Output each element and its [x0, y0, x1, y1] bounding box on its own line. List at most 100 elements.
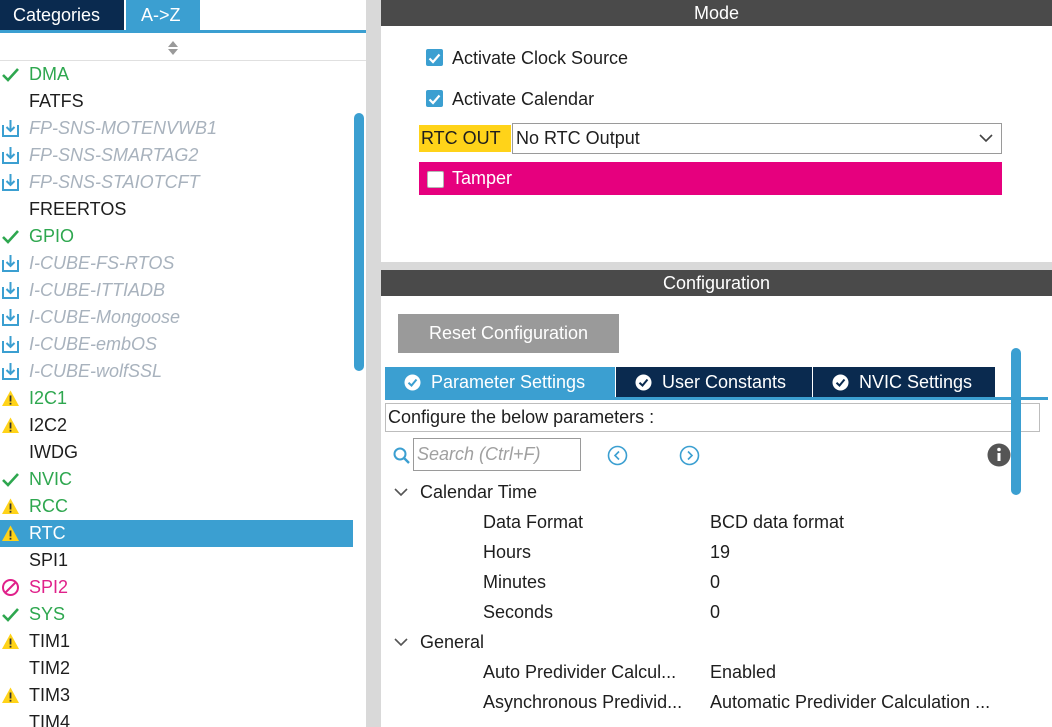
peripheral-label: TIM2: [29, 658, 71, 678]
peripheral-item-i-cube-embos[interactable]: I-CUBE-embOS: [0, 331, 353, 358]
chevron-down-icon: [394, 638, 408, 647]
tab-label: User Constants: [662, 372, 787, 392]
view-tabs: Categories A->Z: [0, 0, 370, 31]
warning-icon: [2, 525, 19, 541]
group-label: Calendar Time: [420, 482, 538, 502]
peripheral-label: SPI1: [29, 550, 69, 570]
mode-panel: Mode Activate Clock Source Activate Cale…: [381, 0, 1052, 262]
activate-calendar-label: Activate Calendar: [452, 89, 595, 109]
peripheral-item-i-cube-ittiadb[interactable]: I-CUBE-ITTIADB: [0, 277, 353, 304]
peripheral-item-rtc[interactable]: RTC: [0, 520, 353, 547]
download-pack-icon: [2, 147, 19, 164]
peripheral-item-rcc[interactable]: RCC: [0, 493, 353, 520]
peripheral-label: I-CUBE-Mongoose: [29, 307, 181, 327]
param-value[interactable]: 19: [710, 540, 1018, 564]
peripheral-item-fp-sns-staiotcft[interactable]: FP-SNS-STAIOTCFT: [0, 169, 353, 196]
tab-categories[interactable]: Categories: [0, 0, 124, 30]
peripheral-item-sys[interactable]: SYS: [0, 601, 353, 628]
param-name: Asynchronous Predivid...: [483, 692, 683, 712]
activate-clock-checkbox[interactable]: [426, 49, 443, 66]
previous-result-icon[interactable]: [607, 445, 628, 466]
param-name: Seconds: [483, 602, 554, 622]
peripheral-item-spi1[interactable]: SPI1: [0, 547, 353, 574]
tabs-underline: [0, 30, 366, 33]
peripheral-list: DMA FATFS FP-SNS-MOTENVWB1 FP-SNS-SMARTAG2 F…: [0, 61, 353, 727]
checkmark-icon: [2, 608, 19, 622]
peripheral-label: SPI2: [29, 577, 69, 597]
peripheral-label: FP-SNS-SMARTAG2: [29, 145, 199, 165]
rtc-out-select[interactable]: No RTC Output: [512, 123, 1002, 154]
param-value[interactable]: Enabled: [710, 660, 1018, 684]
peripheral-item-fp-sns-smartag2[interactable]: FP-SNS-SMARTAG2: [0, 142, 353, 169]
left-scrollbar-thumb[interactable]: [354, 113, 364, 371]
peripheral-item-gpio[interactable]: GPIO: [0, 223, 353, 250]
mode-header: Mode: [381, 0, 1052, 26]
peripheral-item-tim2[interactable]: TIM2: [0, 655, 353, 682]
peripheral-item-dma[interactable]: DMA: [0, 61, 353, 88]
tab-label: Parameter Settings: [431, 372, 586, 392]
download-pack-icon: [2, 174, 19, 191]
param-name: Hours: [483, 542, 532, 562]
peripheral-item-fatfs[interactable]: FATFS: [0, 88, 353, 115]
check-icon: [428, 94, 441, 105]
checkmark-icon: [2, 473, 19, 487]
reset-configuration-button[interactable]: Reset Configuration: [398, 314, 619, 353]
param-value[interactable]: 0: [710, 600, 1018, 624]
warning-icon: [2, 687, 19, 703]
info-icon[interactable]: [987, 443, 1011, 467]
peripheral-label: I-CUBE-FS-RTOS: [29, 253, 175, 273]
peripheral-label: FP-SNS-MOTENVWB1: [29, 118, 218, 138]
peripheral-item-i-cube-wolfssl[interactable]: I-CUBE-wolfSSL: [0, 358, 353, 385]
peripheral-item-i-cube-mongoose[interactable]: I-CUBE-Mongoose: [0, 304, 353, 331]
download-pack-icon: [2, 120, 19, 137]
peripheral-item-iwdg[interactable]: IWDG: [0, 439, 353, 466]
download-pack-icon: [2, 309, 19, 326]
peripheral-item-i2c2[interactable]: I2C2: [0, 412, 353, 439]
peripheral-label: I2C2: [29, 415, 68, 435]
configure-description: Configure the below parameters :: [385, 403, 1040, 432]
peripheral-item-nvic[interactable]: NVIC: [0, 466, 353, 493]
rtc-out-label: RTC OUT: [419, 125, 511, 152]
param-value[interactable]: 0: [710, 570, 1018, 594]
peripheral-label: NVIC: [29, 469, 73, 489]
peripheral-label: I2C1: [29, 388, 68, 408]
peripheral-label: TIM3: [29, 685, 71, 705]
check-circle-icon: [635, 374, 652, 391]
tab-nvic-settings[interactable]: NVIC Settings: [813, 367, 995, 397]
checkmark-icon: [2, 230, 19, 244]
tamper-checkbox[interactable]: [427, 171, 444, 188]
param-name: Data Format: [483, 512, 584, 532]
configuration-header: Configuration: [381, 270, 1052, 296]
param-name: Auto Predivider Calcul...: [483, 662, 677, 682]
chevron-down-icon: [394, 488, 408, 497]
peripheral-tree-pane: Categories A->Z DMA FATFS FP-SNS-MOTENVWB1…: [0, 0, 370, 727]
peripheral-label: FATFS: [29, 91, 84, 111]
peripheral-label: I-CUBE-wolfSSL: [29, 361, 163, 381]
peripheral-item-tim4[interactable]: TIM4: [0, 709, 353, 727]
peripheral-label: TIM1: [29, 631, 71, 651]
parameter-settings-body: Configure the below parameters : Search …: [383, 400, 1052, 727]
tamper-row[interactable]: Tamper: [419, 162, 1002, 195]
search-input[interactable]: Search (Ctrl+F): [413, 438, 581, 471]
peripheral-label: DMA: [29, 64, 69, 84]
sort-up-down-icon[interactable]: [166, 39, 180, 57]
peripheral-item-i-cube-fs-rtos[interactable]: I-CUBE-FS-RTOS: [0, 250, 353, 277]
peripheral-item-fp-sns-motenvwb1[interactable]: FP-SNS-MOTENVWB1: [0, 115, 353, 142]
peripheral-item-tim1[interactable]: TIM1: [0, 628, 353, 655]
group-label: General: [420, 632, 485, 652]
download-pack-icon: [2, 336, 19, 353]
activate-calendar-checkbox[interactable]: [426, 90, 443, 107]
tab-parameter-settings[interactable]: Parameter Settings: [385, 367, 615, 397]
config-scrollbar-thumb[interactable]: [1011, 348, 1021, 495]
warning-icon: [2, 390, 19, 406]
param-value[interactable]: Automatic Predivider Calculation ...: [710, 690, 1018, 714]
peripheral-item-spi2[interactable]: SPI2: [0, 574, 353, 601]
peripheral-item-tim3[interactable]: TIM3: [0, 682, 353, 709]
next-result-icon[interactable]: [679, 445, 700, 466]
tab-a-z[interactable]: A->Z: [126, 0, 200, 30]
peripheral-item-i2c1[interactable]: I2C1: [0, 385, 353, 412]
tab-user-constants[interactable]: User Constants: [616, 367, 812, 397]
param-value[interactable]: BCD data format: [710, 510, 1018, 534]
peripheral-item-freertos[interactable]: FREERTOS: [0, 196, 353, 223]
peripheral-label: RCC: [29, 496, 68, 516]
